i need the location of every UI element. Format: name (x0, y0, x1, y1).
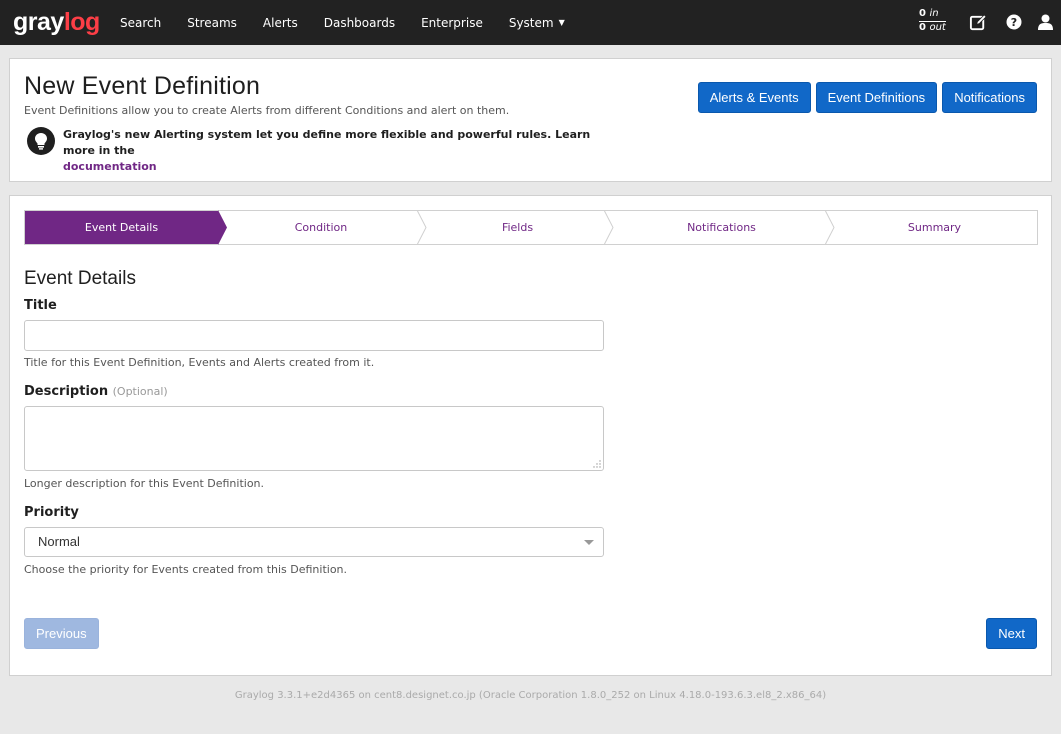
info-message: Graylog's new Alerting system let you de… (63, 128, 591, 157)
resize-handle-icon[interactable] (593, 460, 601, 468)
lightbulb-icon (27, 127, 55, 155)
optional-tag: (Optional) (112, 385, 168, 398)
throughput-in: 0 in (919, 8, 946, 22)
throughput-out-value: 0 (919, 22, 926, 33)
throughput-in-unit: in (929, 8, 939, 19)
priority-select[interactable]: Normal (24, 527, 604, 557)
title-input[interactable] (24, 320, 604, 351)
top-navbar: gray log Search Streams Alerts Dashboards… (0, 0, 1061, 45)
nav-item-alerts[interactable]: Alerts (250, 0, 311, 45)
notifications-button[interactable]: Notifications (942, 82, 1037, 113)
throughput-indicator[interactable]: 0 in 0 out (919, 8, 946, 34)
description-help: Longer description for this Event Defini… (24, 477, 265, 490)
edit-icon[interactable] (967, 11, 989, 33)
footer-version: Graylog 3.3.1+e2d4365 on cent8.designet.… (234, 690, 827, 701)
step-notifications[interactable]: Notifications (611, 210, 835, 245)
header-panel: New Event Definition Event Definitions a… (9, 58, 1052, 182)
step-label: Condition (294, 221, 348, 234)
next-button[interactable]: Next (986, 618, 1037, 649)
step-label: Summary (907, 221, 962, 234)
graylog-logo[interactable]: gray log (13, 8, 100, 36)
nav-item-system[interactable]: System ▼ (496, 0, 578, 45)
priority-help: Choose the priority for Events created f… (24, 563, 348, 576)
step-fields[interactable]: Fields (424, 210, 614, 245)
throughput-out-unit: out (929, 22, 946, 33)
step-event-details[interactable]: Event Details (25, 210, 227, 245)
step-label: Notifications (687, 221, 756, 234)
info-text: Graylog's new Alerting system let you de… (63, 127, 597, 175)
caret-down-icon: ▼ (558, 18, 565, 27)
description-label-group: Description (Optional) (24, 384, 168, 399)
priority-selected-value: Normal (38, 534, 80, 549)
alerts-events-button[interactable]: Alerts & Events (697, 82, 811, 113)
nav-item-dashboards[interactable]: Dashboards (311, 0, 408, 45)
title-help: Title for this Event Definition, Events … (24, 356, 375, 369)
description-textarea[interactable] (24, 406, 604, 471)
priority-label: Priority (24, 505, 79, 520)
step-label: Fields (501, 221, 534, 234)
nav-item-streams[interactable]: Streams (174, 0, 250, 45)
section-title: Event Details (24, 268, 136, 289)
description-label: Description (24, 384, 109, 399)
page-subtitle: Event Definitions allow you to create Al… (24, 104, 510, 117)
nav-item-search[interactable]: Search (107, 0, 174, 45)
nav-item-enterprise[interactable]: Enterprise (408, 0, 496, 45)
help-icon[interactable]: ? (1003, 11, 1025, 33)
previous-button[interactable]: Previous (24, 618, 99, 649)
throughput-out: 0 out (919, 22, 946, 34)
step-label: Event Details (84, 221, 159, 234)
header-buttons: Alerts & Events Event Definitions Notifi… (697, 82, 1037, 113)
logo-text-gray: gray (13, 8, 64, 36)
dropdown-arrow-icon (584, 540, 594, 545)
nav-links: Search Streams Alerts Dashboards Enterpr… (107, 0, 578, 45)
nav-item-system-label: System (508, 15, 554, 30)
wizard-steps: Event Details Condition Fields Notificat… (24, 210, 1038, 245)
step-condition[interactable]: Condition (218, 210, 427, 245)
user-icon[interactable] (1034, 11, 1056, 33)
step-summary[interactable]: Summary (832, 211, 1037, 244)
svg-text:?: ? (1011, 16, 1017, 29)
documentation-link[interactable]: documentation (63, 160, 157, 173)
info-notice: Graylog's new Alerting system let you de… (27, 127, 597, 175)
logo-text-log: log (63, 8, 101, 36)
throughput-in-value: 0 (919, 8, 926, 19)
event-definitions-button[interactable]: Event Definitions (815, 82, 938, 113)
event-definition-form-panel: Event Details Condition Fields Notificat… (9, 195, 1052, 676)
page-title: New Event Definition (24, 72, 261, 100)
title-label: Title (24, 298, 57, 313)
